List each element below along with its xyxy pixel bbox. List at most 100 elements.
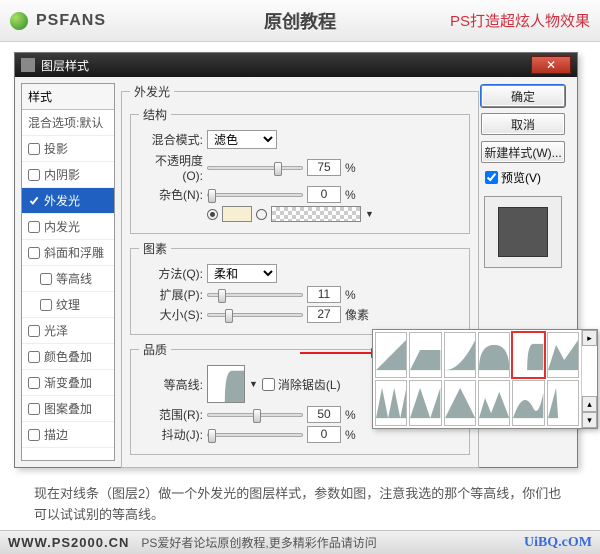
- style-checkbox[interactable]: [28, 221, 40, 233]
- contour-option[interactable]: [444, 380, 476, 426]
- style-item[interactable]: 等高线: [22, 266, 114, 292]
- header-center: 原创教程: [264, 8, 336, 34]
- styles-blending[interactable]: 混合选项:默认: [22, 110, 114, 136]
- range-slider[interactable]: [207, 413, 303, 417]
- footer-bar: WWW.PS2000.CN PS爱好者论坛原创教程,更多精彩作品请访问 UiBQ…: [0, 530, 600, 554]
- technique-select[interactable]: 柔和: [207, 264, 277, 283]
- contour-option[interactable]: [375, 332, 407, 378]
- style-label: 纹理: [56, 296, 80, 313]
- opacity-input[interactable]: 75: [307, 159, 341, 176]
- style-label: 内发光: [44, 218, 80, 235]
- contour-option-selected[interactable]: [512, 332, 544, 378]
- style-checkbox[interactable]: [28, 195, 40, 207]
- size-input[interactable]: 27: [307, 306, 341, 323]
- contour-option[interactable]: [409, 380, 441, 426]
- checkbox[interactable]: [485, 171, 498, 184]
- spread-input[interactable]: 11: [307, 286, 341, 303]
- style-item[interactable]: 颜色叠加: [22, 344, 114, 370]
- style-checkbox[interactable]: [28, 143, 40, 155]
- jitter-label: 抖动(J):: [139, 426, 203, 443]
- style-checkbox[interactable]: [28, 351, 40, 363]
- contour-option[interactable]: [478, 332, 510, 378]
- color-radio[interactable]: [207, 209, 218, 220]
- dialog-icon: [21, 58, 35, 72]
- brand-text: PSFANS: [36, 12, 106, 30]
- tutorial-caption: 现在对线条（图层2）做一个外发光的图层样式，参数如图，注意我选的那个等高线，你们…: [34, 484, 566, 526]
- antialias-checkbox[interactable]: 消除锯齿(L): [262, 376, 341, 393]
- styles-list: 混合选项:默认 投影 内阴影 外发光 内发光 斜面和浮雕 等高线 纹理 光泽 颜…: [22, 110, 114, 448]
- contour-picker-popup: ▸ ▴ ▾: [372, 329, 598, 429]
- dialog-title: 图层样式: [41, 57, 531, 74]
- style-item[interactable]: 投影: [22, 136, 114, 162]
- style-label: 等高线: [56, 270, 92, 287]
- group-image: 图素 方法(Q): 柔和 扩展(P): 11 % 大小(S):: [130, 240, 470, 335]
- blend-mode-label: 混合模式:: [139, 131, 203, 148]
- contour-shape-icon: [208, 366, 244, 402]
- style-checkbox[interactable]: [28, 429, 40, 441]
- opacity-slider[interactable]: [207, 166, 303, 170]
- group-image-legend: 图素: [139, 240, 171, 257]
- chevron-down-icon[interactable]: ▼: [249, 379, 258, 389]
- noise-input[interactable]: 0: [307, 186, 341, 203]
- new-style-button[interactable]: 新建样式(W)...: [481, 141, 565, 163]
- header-bar: PSFANS 原创教程 PS打造超炫人物效果: [0, 0, 600, 42]
- preview-toggle[interactable]: 预览(V): [485, 169, 565, 186]
- style-label: 颜色叠加: [44, 348, 92, 365]
- style-item[interactable]: 描边: [22, 422, 114, 448]
- style-item[interactable]: 内阴影: [22, 162, 114, 188]
- style-item-outer-glow[interactable]: 外发光: [22, 188, 114, 214]
- styles-header[interactable]: 样式: [22, 84, 114, 110]
- contour-option[interactable]: [444, 332, 476, 378]
- gradient-swatch[interactable]: [271, 206, 361, 222]
- blend-mode-select[interactable]: 滤色: [207, 130, 277, 149]
- ok-button[interactable]: 确定: [481, 85, 565, 107]
- percent-unit: %: [345, 428, 356, 442]
- cancel-button[interactable]: 取消: [481, 113, 565, 135]
- spread-slider[interactable]: [207, 293, 303, 297]
- style-item[interactable]: 图案叠加: [22, 396, 114, 422]
- style-label: 渐变叠加: [44, 374, 92, 391]
- picker-menu-icon[interactable]: ▸: [582, 330, 597, 346]
- contour-option[interactable]: [478, 380, 510, 426]
- contour-grid: [373, 330, 581, 428]
- style-checkbox[interactable]: [28, 325, 40, 337]
- style-item[interactable]: 内发光: [22, 214, 114, 240]
- style-checkbox[interactable]: [28, 403, 40, 415]
- color-swatch[interactable]: [222, 206, 252, 222]
- percent-unit: %: [345, 288, 356, 302]
- range-input[interactable]: 50: [307, 406, 341, 423]
- style-item[interactable]: 渐变叠加: [22, 370, 114, 396]
- percent-unit: %: [345, 188, 356, 202]
- style-label: 投影: [44, 140, 68, 157]
- style-item[interactable]: 斜面和浮雕: [22, 240, 114, 266]
- logo-icon: [10, 12, 28, 30]
- checkbox[interactable]: [262, 378, 275, 391]
- style-item[interactable]: 光泽: [22, 318, 114, 344]
- style-checkbox[interactable]: [28, 247, 40, 259]
- noise-slider[interactable]: [207, 193, 303, 197]
- style-checkbox[interactable]: [28, 377, 40, 389]
- contour-option[interactable]: [512, 380, 544, 426]
- contour-option[interactable]: [409, 332, 441, 378]
- style-checkbox[interactable]: [40, 299, 52, 311]
- gradient-radio[interactable]: [256, 209, 267, 220]
- contour-option[interactable]: [547, 332, 579, 378]
- scroll-down-icon[interactable]: ▾: [582, 412, 597, 428]
- style-item[interactable]: 纹理: [22, 292, 114, 318]
- antialias-label: 消除锯齿(L): [278, 376, 341, 393]
- preview-box: [484, 196, 562, 268]
- style-checkbox[interactable]: [40, 273, 52, 285]
- contour-preview[interactable]: [207, 365, 245, 403]
- style-checkbox[interactable]: [28, 169, 40, 181]
- style-label: 光泽: [44, 322, 68, 339]
- scroll-up-icon[interactable]: ▴: [582, 396, 597, 412]
- contour-option[interactable]: [375, 380, 407, 426]
- size-slider[interactable]: [207, 313, 303, 317]
- close-button[interactable]: ✕: [531, 56, 571, 74]
- contour-option[interactable]: [547, 380, 579, 426]
- dialog-titlebar[interactable]: 图层样式 ✕: [15, 53, 577, 77]
- jitter-input[interactable]: 0: [307, 426, 341, 443]
- chevron-down-icon[interactable]: ▼: [365, 209, 374, 219]
- style-label: 外发光: [44, 192, 80, 209]
- jitter-slider[interactable]: [207, 433, 303, 437]
